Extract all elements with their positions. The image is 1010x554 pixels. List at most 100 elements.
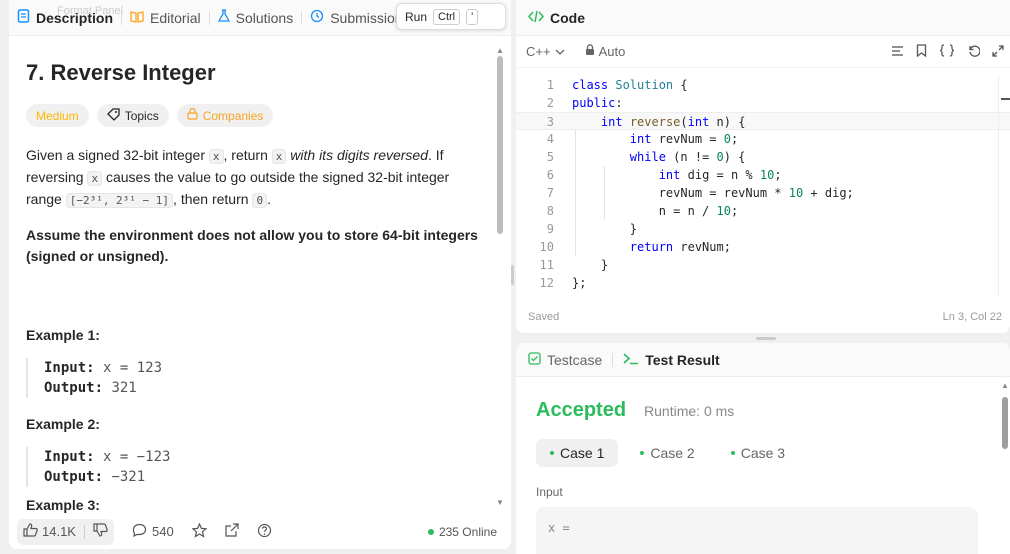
- problem-note: Assume the environment does not allow yo…: [26, 227, 478, 264]
- example-heading: Example 2:: [26, 416, 100, 432]
- tab-test-result-label: Test Result: [645, 351, 720, 368]
- terminal-icon: [623, 352, 639, 368]
- code-header: Code: [516, 0, 1010, 36]
- auto-label: Auto: [598, 44, 626, 59]
- auto-mode[interactable]: Auto: [585, 44, 626, 59]
- tab-submissions-label: Submission: [330, 9, 403, 26]
- line-number: 4: [546, 132, 554, 146]
- result-scrollbar[interactable]: ▲: [1000, 381, 1010, 551]
- bookmark-icon[interactable]: [916, 43, 927, 60]
- description-icon: [17, 9, 30, 26]
- case-tabs: Case 1 Case 2 Case 3: [536, 439, 799, 467]
- code-line-current: 3 int reverse(int n) {: [516, 112, 1010, 130]
- tab-submissions[interactable]: Submission: [302, 0, 410, 36]
- editor-scrollbar[interactable]: [998, 76, 1010, 296]
- scroll-up-icon[interactable]: ▲: [1001, 381, 1009, 390]
- code-line: 4 int revNum = 0;: [516, 130, 1010, 148]
- line-number: 5: [546, 150, 554, 164]
- editor-actions: [891, 43, 1004, 60]
- tab-solutions[interactable]: Solutions: [210, 0, 302, 36]
- code-icon: [527, 10, 545, 26]
- share-button[interactable]: [225, 523, 239, 540]
- inline-code: x: [208, 149, 224, 164]
- language-label: C++: [526, 44, 551, 59]
- line-number: 7: [546, 186, 554, 200]
- line-number: 6: [546, 168, 554, 182]
- case-tab-1[interactable]: Case 1: [536, 439, 619, 467]
- online-indicator: 235 Online: [427, 524, 497, 539]
- case-label: Case 2: [650, 445, 695, 461]
- tag-row: Medium Topics Companies: [26, 104, 488, 127]
- example-box: Input: x = −123 Output: −321: [26, 447, 488, 487]
- example-heading: Example 3:: [26, 497, 100, 513]
- scroll-up-icon[interactable]: ▲: [496, 46, 504, 55]
- run-label: Run: [405, 9, 428, 24]
- submissions-icon: [310, 9, 324, 26]
- inline-code: 0: [252, 193, 268, 208]
- case-pass-dot: [730, 451, 735, 455]
- cursor-position: Ln 3, Col 22: [942, 311, 1002, 323]
- code-editor[interactable]: 1 class Solution { 2 public: 3 int reverse…: [516, 76, 1010, 292]
- topics-tag[interactable]: Topics: [96, 104, 169, 127]
- code-line: 12};: [516, 274, 1010, 292]
- code-status-bar: Saved Ln 3, Col 22: [516, 308, 1010, 326]
- online-count: 235 Online: [438, 524, 497, 539]
- example-input-label: Input:: [44, 449, 95, 465]
- example-output-label: Output:: [44, 469, 104, 485]
- description-scrollbar[interactable]: ▲ ▼: [495, 46, 505, 514]
- case-pass-dot: [550, 451, 554, 455]
- example-input: x = −123: [103, 449, 171, 465]
- tab-testcase-label: Testcase: [547, 351, 603, 368]
- format-icon[interactable]: [891, 44, 904, 60]
- statement-emphasis: with its digits reversed: [286, 147, 428, 163]
- statement-text: .: [267, 191, 271, 207]
- scrollbar-thumb[interactable]: [497, 56, 503, 234]
- thumbs-up-icon[interactable]: [23, 523, 38, 540]
- language-select[interactable]: C++: [526, 44, 565, 59]
- input-value-box: x =: [536, 507, 978, 554]
- code-line: 1 class Solution {: [516, 76, 1010, 94]
- example-input-label: Input:: [44, 360, 95, 376]
- lock-icon: [187, 107, 198, 123]
- line-number: 3: [546, 115, 554, 129]
- result-panel: Testcase Test Result Accepted Runtime: 0…: [516, 343, 1010, 554]
- braces-icon[interactable]: [939, 43, 955, 60]
- vertical-splitter[interactable]: [511, 265, 514, 285]
- difficulty-tag[interactable]: Medium: [26, 104, 89, 127]
- verdict-row: Accepted Runtime: 0 ms: [536, 399, 734, 422]
- scrollbar-thumb[interactable]: [1002, 397, 1008, 449]
- favorite-button[interactable]: [191, 521, 208, 541]
- input-label: Input: [536, 485, 563, 499]
- horizontal-splitter[interactable]: [756, 337, 776, 340]
- tab-editorial[interactable]: Editorial: [122, 0, 209, 36]
- code-toolbar: C++ Auto: [516, 36, 1010, 68]
- code-line: 8 n = n / 10;: [516, 202, 1010, 220]
- scroll-down-icon[interactable]: ▼: [496, 498, 504, 507]
- comments-button[interactable]: 540: [132, 523, 174, 540]
- thumbs-down-icon[interactable]: [93, 523, 108, 540]
- tab-editorial-label: Editorial: [150, 9, 201, 26]
- example-heading: Example 1:: [26, 327, 100, 343]
- companies-label: Companies: [202, 108, 264, 123]
- help-button[interactable]: [257, 523, 272, 541]
- line-number: 1: [546, 78, 554, 92]
- inline-code: x: [87, 171, 103, 186]
- undo-icon[interactable]: [967, 44, 981, 60]
- vote-divider: [83, 524, 85, 539]
- tab-testcase[interactable]: Testcase: [528, 352, 612, 368]
- code-line: 5 while (n != 0) {: [516, 148, 1010, 166]
- case-tab-3[interactable]: Case 3: [717, 439, 799, 467]
- inline-code: x: [271, 149, 287, 164]
- expand-icon[interactable]: [992, 44, 1004, 60]
- companies-tag[interactable]: Companies: [176, 104, 274, 127]
- case-tab-2[interactable]: Case 2: [626, 439, 708, 467]
- example-box: Input: x = 123 Output: 321: [26, 358, 488, 398]
- case-pass-dot: [640, 451, 645, 455]
- example-output: 321: [111, 380, 137, 396]
- description-footer: 14.1K 540 235 Online: [9, 514, 511, 549]
- code-line: 6 int dig = n % 10;: [516, 166, 1010, 184]
- description-panel: Format Panel Description Editorial Solut…: [9, 0, 511, 549]
- tab-test-result[interactable]: Test Result: [613, 352, 729, 368]
- line-number: 12: [539, 276, 554, 290]
- statement-text: , return: [223, 147, 272, 163]
